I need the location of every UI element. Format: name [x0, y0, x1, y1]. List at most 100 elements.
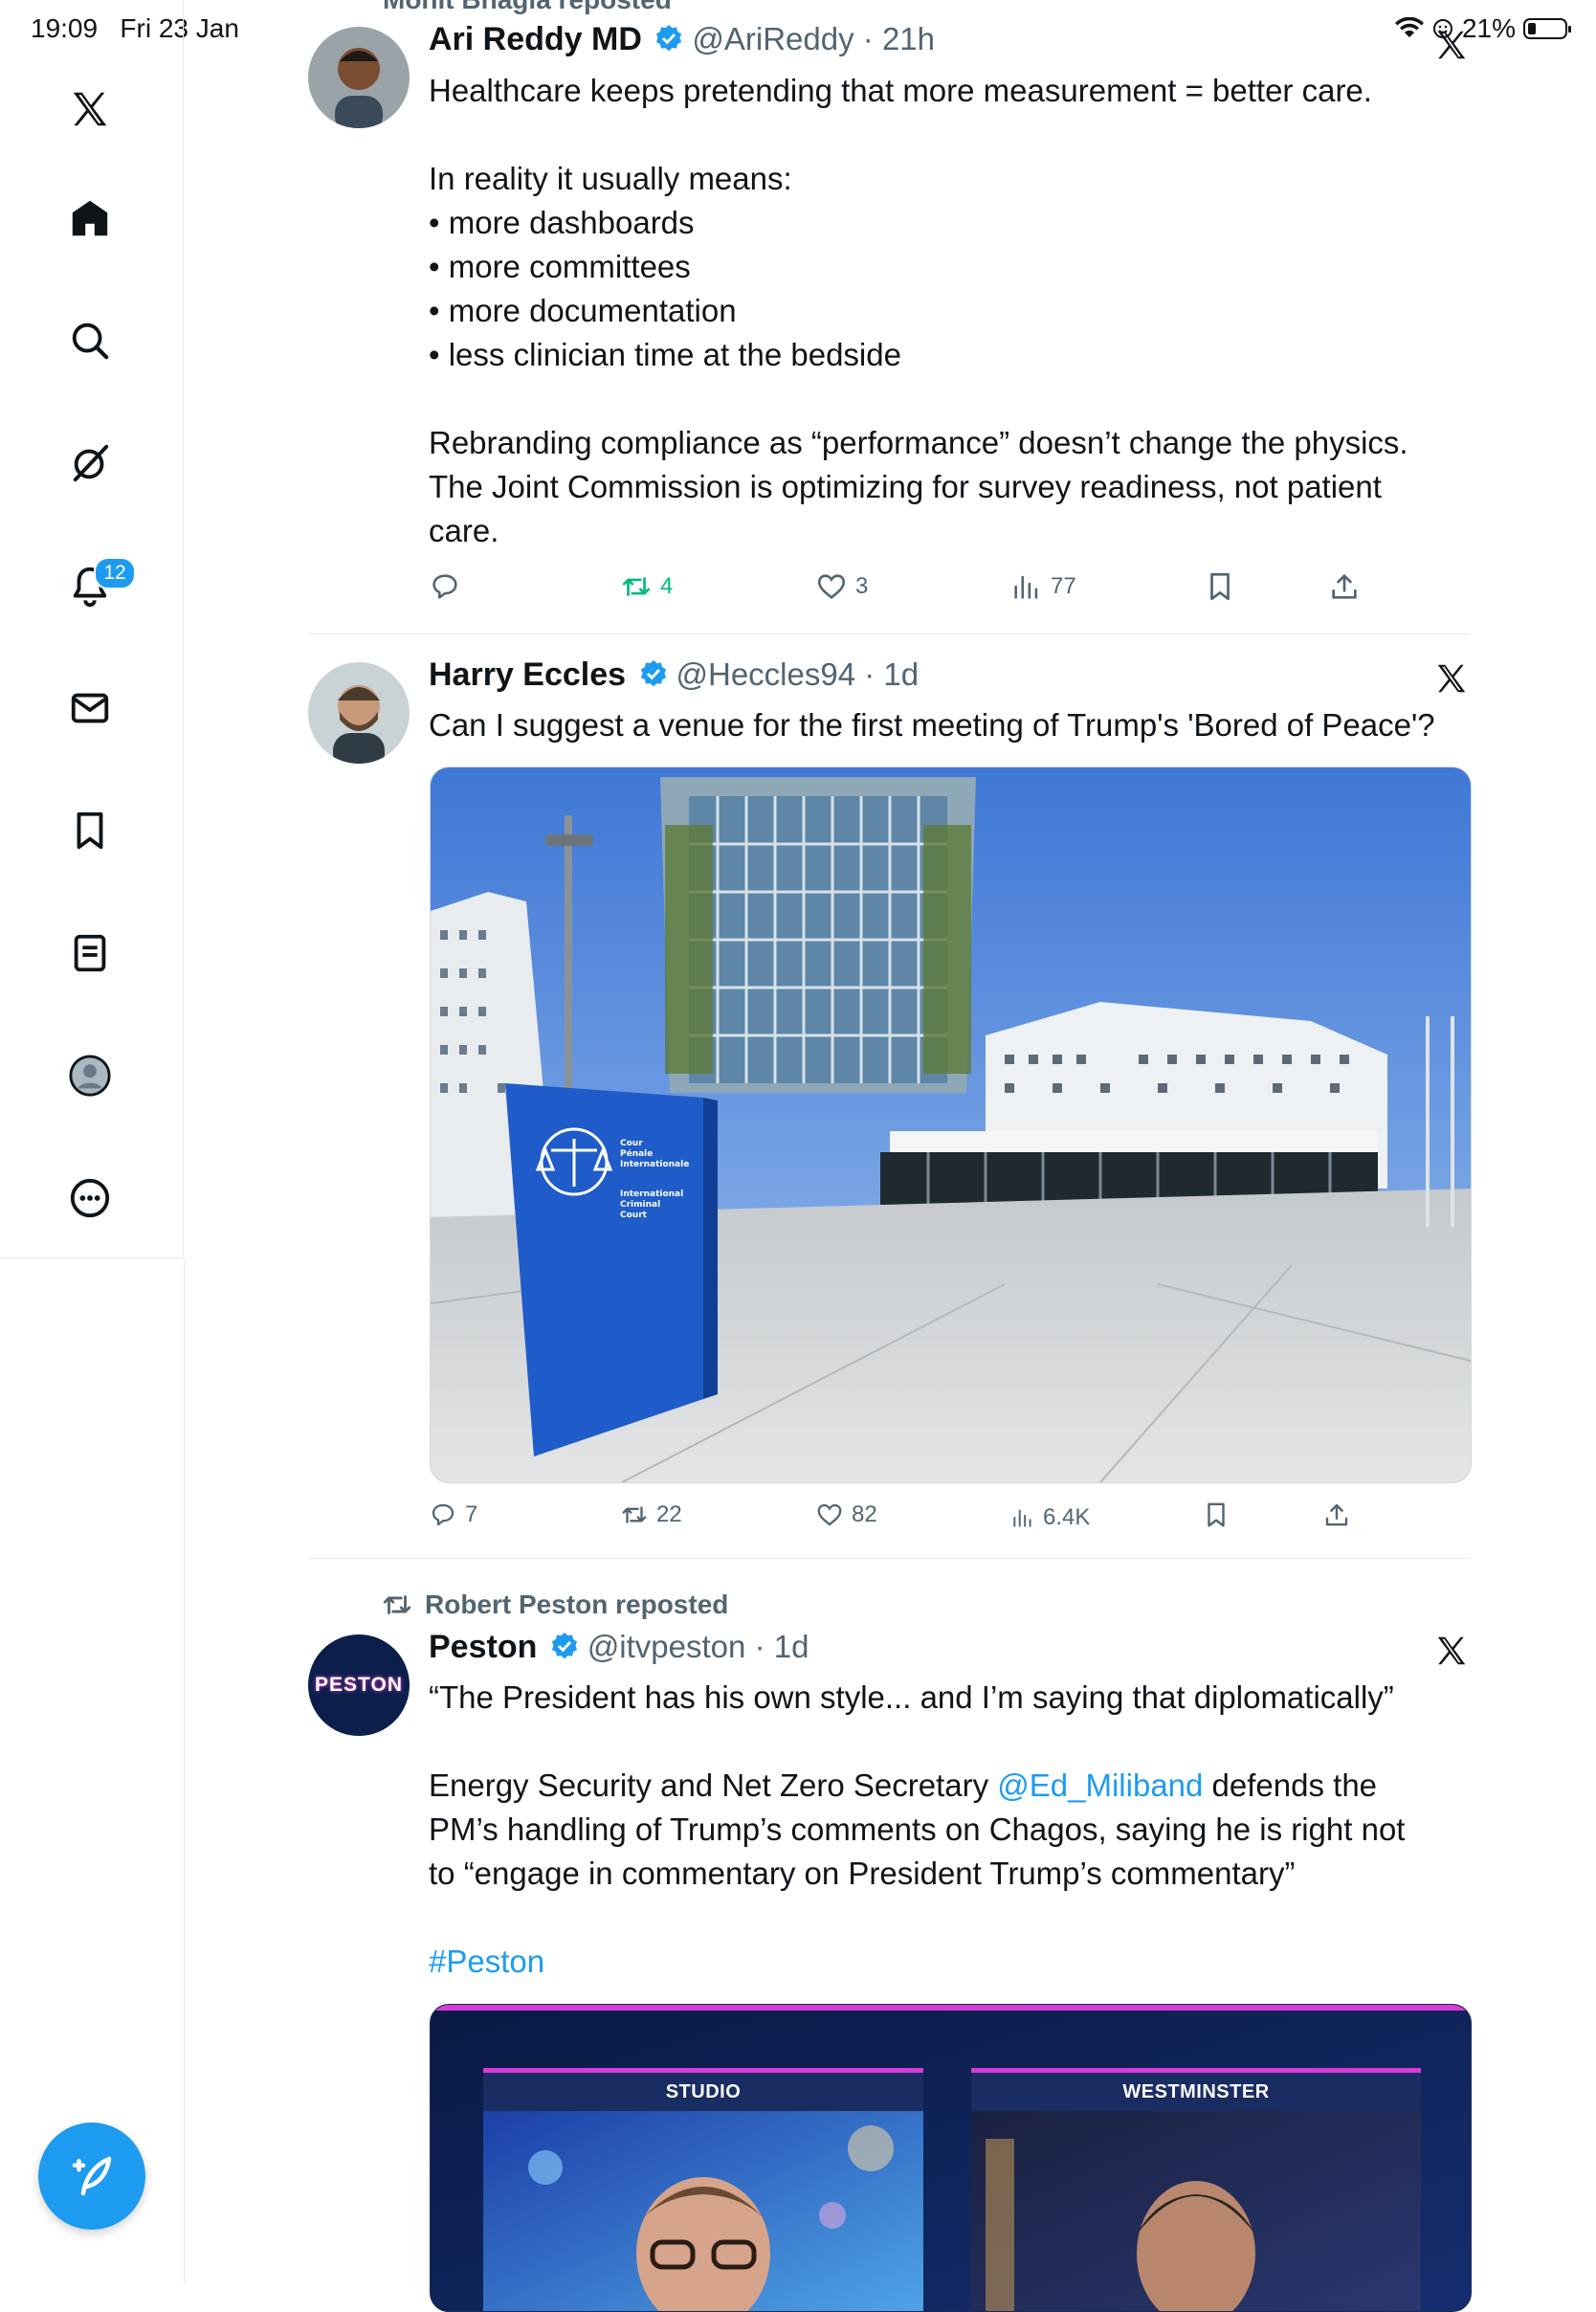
mention-link[interactable]: @Ed_Miliband — [997, 1767, 1203, 1803]
more-circle-icon[interactable] — [63, 1171, 117, 1225]
avatar-logo-text: PESTON — [315, 1674, 403, 1696]
post-header: Ari Reddy MD @AriReddy · 21h — [429, 21, 935, 58]
bookmarks-icon[interactable] — [63, 804, 117, 857]
repost-indicator: Robert Peston reposted — [381, 1589, 728, 1621]
author-handle[interactable]: @itvpeston — [587, 1629, 746, 1664]
repost-icon — [622, 1506, 647, 1523]
post-header: Harry Eccles @Heccles94 · 1d — [429, 656, 919, 694]
author-avatar[interactable] — [308, 27, 410, 128]
post-text: Can I suggest a venue for the first meet… — [429, 707, 1435, 743]
repost-icon — [622, 577, 651, 596]
post-line: • more dashboards — [429, 205, 695, 240]
status-indicators: 21% — [1394, 13, 1571, 44]
post-line: • more committees — [429, 249, 691, 284]
x-logo-icon[interactable] — [63, 82, 117, 136]
dot-separator: · — [745, 1629, 774, 1664]
profile-avatar-icon[interactable] — [63, 1049, 117, 1102]
share-icon — [1332, 574, 1357, 599]
post-text-segment: defends the — [1203, 1767, 1378, 1803]
lists-icon[interactable] — [63, 926, 117, 980]
sign-line: Criminal — [620, 1200, 661, 1210]
heart-icon — [817, 1503, 842, 1526]
like-count: 3 — [855, 573, 869, 599]
post-line: PM’s handling of Trump’s comments on Cha… — [429, 1812, 1406, 1847]
post-line: The Joint Commission is optimizing for s… — [429, 469, 1382, 504]
like-count: 82 — [852, 1501, 877, 1527]
post-line: care. — [429, 513, 499, 548]
avatar-photo — [308, 27, 410, 128]
search-icon[interactable] — [63, 314, 117, 367]
post-time[interactable]: 21h — [882, 21, 935, 56]
repost-count: 4 — [660, 573, 674, 599]
like-button[interactable]: 82 — [815, 1501, 877, 1529]
avatar-photo — [308, 662, 410, 764]
verified-badge-icon — [640, 660, 666, 687]
video-frame-graphic — [431, 2005, 1471, 2311]
post-line: Healthcare keeps pretending that more me… — [429, 73, 1372, 108]
x-mark-icon[interactable] — [1433, 1633, 1470, 1674]
author-name[interactable]: Ari Reddy MD — [429, 21, 642, 57]
notifications-badge: 12 — [94, 557, 136, 589]
battery-percent: 21% — [1461, 13, 1516, 43]
repost-button[interactable]: 22 — [620, 1501, 682, 1529]
repost-indicator: Mohit Bhagia reposted — [383, 0, 672, 15]
reply-button[interactable]: 7 — [429, 1501, 477, 1529]
reply-icon — [432, 1503, 454, 1526]
grok-icon[interactable] — [63, 436, 117, 490]
bookmark-button[interactable] — [1204, 570, 1236, 603]
repost-line[interactable]: Robert Peston reposted — [425, 1590, 728, 1620]
post-header: Peston @itvpeston · 1d — [429, 1629, 809, 1666]
post-line: • less clinician time at the bedside — [429, 337, 901, 372]
x-mark-icon[interactable] — [1433, 27, 1470, 68]
post-image-icc-building[interactable]: Cour Pénale Internationale International… — [430, 767, 1472, 1483]
repost-button[interactable]: 4 — [620, 570, 673, 603]
post-line: In reality it usually means: — [429, 161, 792, 196]
like-button[interactable]: 3 — [815, 570, 868, 603]
westminster-label: WESTMINSTER — [1122, 2081, 1270, 2102]
author-name[interactable]: Peston — [429, 1629, 537, 1665]
repost-icon — [383, 1595, 411, 1614]
bookmark-icon — [1210, 572, 1230, 601]
post-time[interactable]: 1d — [883, 656, 919, 692]
hashtag-link[interactable]: #Peston — [429, 1940, 1405, 1984]
compose-feather-icon — [72, 2156, 112, 2196]
post-divider — [308, 1558, 1470, 1559]
post-time[interactable]: 1d — [774, 1629, 809, 1664]
view-count: 77 — [1051, 573, 1076, 599]
author-name[interactable]: Harry Eccles — [429, 656, 626, 693]
post-line: Energy Security and Net Zero Secretary @… — [429, 1764, 1405, 1808]
views-button[interactable]: 6.4K — [1010, 1504, 1090, 1531]
share-button[interactable] — [1328, 570, 1361, 603]
author-handle[interactable]: @AriReddy — [692, 21, 853, 56]
author-avatar[interactable] — [308, 662, 410, 764]
icc-building-photo — [431, 767, 1471, 1482]
reply-button[interactable] — [429, 570, 461, 603]
share-icon — [1325, 1503, 1348, 1526]
home-icon[interactable] — [63, 191, 117, 245]
x-mark-icon[interactable] — [1433, 660, 1470, 701]
studio-label: STUDIO — [665, 2081, 742, 2102]
reply-count: 7 — [465, 1501, 478, 1527]
verified-badge-icon — [656, 25, 682, 52]
author-avatar[interactable]: PESTON — [308, 1634, 410, 1736]
reply-icon — [432, 574, 457, 599]
views-button[interactable]: 77 — [1010, 570, 1076, 603]
repost-line: Mohit Bhagia reposted — [383, 0, 672, 14]
bookmark-icon — [1208, 1502, 1225, 1527]
messages-envelope-icon[interactable] — [63, 681, 117, 735]
author-handle[interactable]: @Heccles94 — [676, 656, 856, 692]
post-line: Rebranding compliance as “performance” d… — [429, 425, 1408, 460]
post-video-thumbnail[interactable]: STUDIO WESTMINSTER — [430, 2004, 1472, 2312]
view-count: 6.4K — [1043, 1504, 1091, 1530]
share-button[interactable] — [1322, 1501, 1351, 1529]
bookmark-button[interactable] — [1202, 1501, 1230, 1529]
sign-line: Court — [620, 1211, 647, 1220]
compose-post-button[interactable] — [38, 2123, 145, 2230]
verified-badge-icon — [551, 1633, 577, 1659]
battery-icon — [1523, 18, 1571, 39]
sign-line: Internationale — [620, 1160, 690, 1169]
post-line: • more documentation — [429, 293, 737, 328]
dot-separator: · — [855, 656, 884, 692]
wifi-icon — [1394, 17, 1424, 37]
post-line: to “engage in commentary on President Tr… — [429, 1856, 1296, 1891]
